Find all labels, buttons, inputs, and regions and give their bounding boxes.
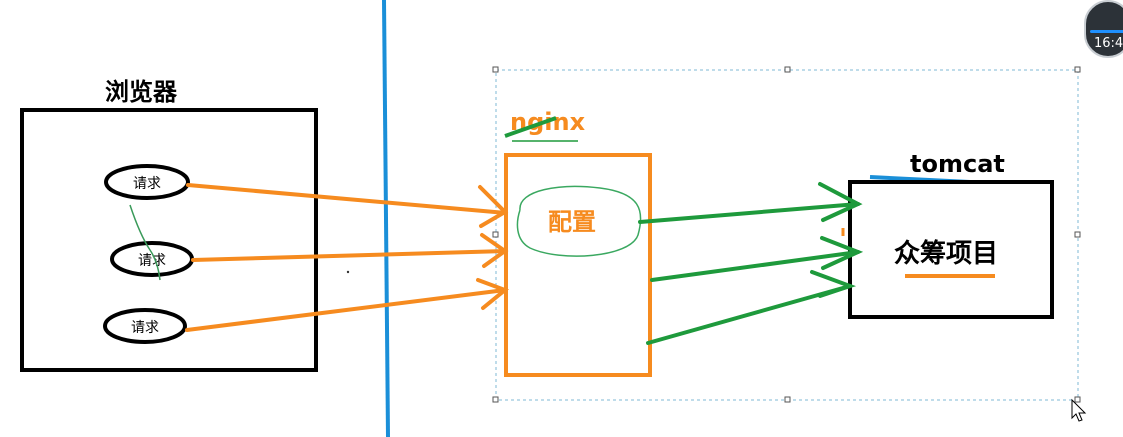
stray-dot — [346, 270, 350, 274]
divider-line — [382, 0, 390, 437]
config-label: 配置 — [548, 208, 596, 236]
diagram-canvas: 浏览器 请求 请求 请求 nginx 配置 tomcat 众筹项目 — [20, 0, 1087, 437]
forward-arrow-1-head — [818, 182, 863, 222]
request-label-2: 请求 — [138, 253, 166, 269]
request-arrow-1 — [186, 183, 508, 215]
clock-text: 16:4 — [1094, 36, 1123, 51]
forward-arrow-3-head — [810, 270, 857, 298]
request-arrow-1-head — [478, 185, 509, 228]
project-label: 众筹项目 — [894, 238, 998, 269]
tomcat-title: tomcat — [910, 150, 1005, 178]
nginx-box — [504, 153, 652, 377]
request-label-1: 请求 — [133, 176, 161, 192]
forward-arrows — [638, 182, 864, 345]
request-arrows — [185, 183, 509, 332]
clock-badge[interactable]: 16:4 — [1084, 0, 1123, 58]
browser-title: 浏览器 — [105, 78, 178, 106]
request-arrow-3 — [185, 288, 507, 332]
request-arrow-2 — [191, 249, 508, 262]
wave-icon — [1090, 30, 1123, 33]
mouse-cursor-icon — [1071, 398, 1087, 422]
request-label-3: 请求 — [131, 320, 159, 336]
